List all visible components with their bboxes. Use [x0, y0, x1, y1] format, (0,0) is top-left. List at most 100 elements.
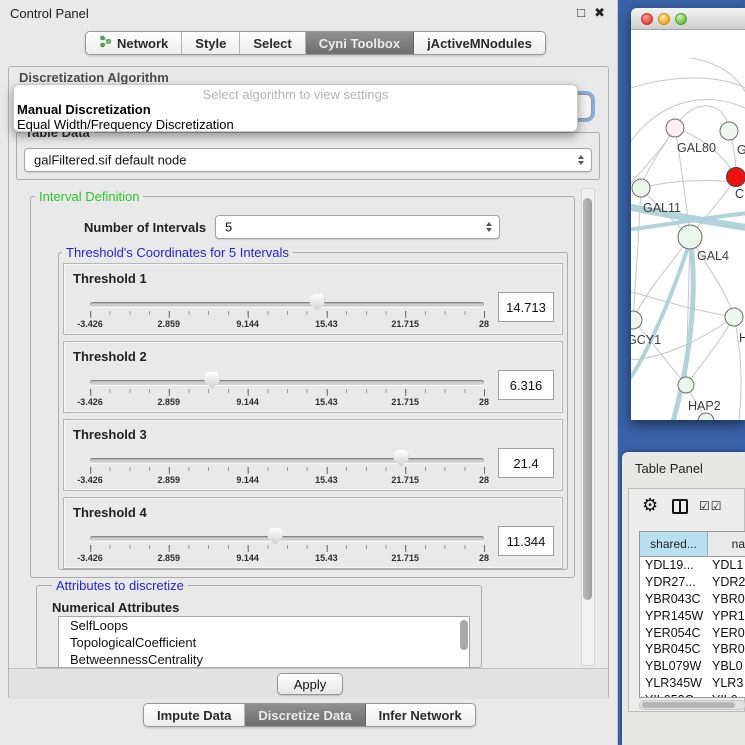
shared-name-cell[interactable]: YBR043C: [640, 592, 708, 606]
tab-select[interactable]: Select: [240, 32, 305, 54]
name-cell[interactable]: YBL0: [708, 659, 745, 673]
table-row[interactable]: YPR145W YPR1: [640, 607, 745, 624]
dropdown-option-manual-discretization[interactable]: Manual Discretization: [14, 102, 577, 117]
threshold-2-panel: Threshold 2 -3.4262.8599.14415.4321.7152…: [63, 341, 563, 413]
table-row[interactable]: YIL052C YIL0: [640, 691, 745, 698]
node-partial-bottom[interactable]: [698, 413, 714, 420]
combo-stepper-icon: [575, 149, 587, 171]
mac-minimize-icon[interactable]: [658, 13, 670, 25]
shared-name-cell[interactable]: YPR145W: [640, 609, 708, 623]
table-horizontal-scrollbar-thumb[interactable]: [642, 702, 735, 708]
slider-track[interactable]: [90, 536, 484, 541]
table-row[interactable]: YBR043C YBR0: [640, 591, 745, 608]
numerical-attributes-list[interactable]: SelfLoopsTopologicalCoefficientBetweenne…: [58, 616, 470, 668]
table-data-combo[interactable]: galFiltered.sif default node: [24, 148, 592, 172]
table-horizontal-scrollbar[interactable]: [639, 700, 745, 710]
tick-label: 2.859: [158, 397, 181, 407]
node-attribute-table[interactable]: shared... na YDL19... YDL1 YDR27... YDR2…: [639, 531, 745, 698]
threshold-3-slider[interactable]: -3.4262.8599.14415.4321.71528: [90, 444, 484, 490]
node-gal11[interactable]: [632, 179, 650, 197]
name-cell[interactable]: YER0: [708, 626, 745, 640]
algorithm-dropdown-popup: Select algorithm to view settings Manual…: [13, 84, 578, 132]
table-row[interactable]: YLR345W YLR3: [640, 675, 745, 692]
network-icon: [99, 35, 112, 51]
shared-name-cell[interactable]: YDR27...: [640, 575, 708, 589]
threshold-3-value-field[interactable]: 21.4: [498, 448, 554, 478]
shared-name-cell[interactable]: YBR045C: [640, 642, 708, 656]
select-columns-checkboxes-icon[interactable]: ☑☑: [699, 499, 723, 513]
table-row[interactable]: YER054C YER0: [640, 624, 745, 641]
mac-zoom-icon[interactable]: [675, 13, 687, 25]
network-canvas[interactable]: GAL80 GA C GAL11 GAL4 GCY1 H HAP2: [631, 30, 745, 420]
name-cell[interactable]: YBR0: [708, 642, 745, 656]
attribute-list-item[interactable]: SelfLoops: [59, 617, 469, 634]
apply-button[interactable]: Apply: [277, 673, 343, 695]
network-window-titlebar[interactable]: [631, 8, 745, 30]
slider-track[interactable]: [90, 458, 484, 463]
shared-name-cell[interactable]: YBL079W: [640, 659, 708, 673]
thresholds-coordinates-group: Threshold 1 -3.4262.8599.14415.4321.7152…: [58, 252, 568, 570]
attribute-list-item[interactable]: BetweennessCentrality: [59, 651, 469, 668]
number-of-intervals-combo[interactable]: 5: [215, 215, 500, 239]
node-partial-h[interactable]: [725, 308, 743, 326]
table-row[interactable]: YBL079W YBL0: [640, 658, 745, 675]
shared-name-cell[interactable]: YDL19...: [640, 558, 708, 572]
node-red-selected[interactable]: [727, 168, 745, 187]
name-cell[interactable]: YIL0: [708, 693, 745, 698]
name-cell[interactable]: YLR3: [708, 676, 745, 690]
table-row[interactable]: YDL19... YDL1: [640, 557, 745, 574]
threshold-2-value-field[interactable]: 6.316: [498, 370, 554, 400]
table-rows: YDL19... YDL1 YDR27... YDR2 YBR043C YBR0…: [640, 557, 745, 698]
attribute-list-item[interactable]: TopologicalCoefficient: [59, 634, 469, 651]
slider-track[interactable]: [90, 380, 484, 385]
name-cell[interactable]: YDR2: [708, 575, 745, 589]
slider-handle[interactable]: [268, 528, 283, 545]
tab-infer-network[interactable]: Infer Network: [366, 704, 475, 726]
dropdown-option-equal-width-frequency[interactable]: Equal Width/Frequency Discretization: [14, 117, 577, 132]
slider-handle[interactable]: [205, 372, 220, 389]
tab-network[interactable]: Network: [86, 32, 182, 54]
slider-minor-ticks: [90, 311, 484, 315]
node-partial-ga[interactable]: [720, 122, 738, 140]
node-gal80[interactable]: [666, 119, 684, 137]
columns-icon[interactable]: [672, 499, 688, 514]
shared-name-cell[interactable]: YER054C: [640, 626, 708, 640]
column-header-shared-name[interactable]: shared...: [640, 532, 708, 556]
shared-name-cell[interactable]: YLR345W: [640, 676, 708, 690]
shared-name-cell[interactable]: YIL052C: [640, 693, 708, 698]
attributes-list-scrollbar[interactable]: [460, 620, 468, 650]
threshold-1-panel: Threshold 1 -3.4262.8599.14415.4321.7152…: [63, 263, 563, 335]
tab-jactivemnodules[interactable]: jActiveMNodules: [414, 32, 545, 54]
tab-cyni-toolbox[interactable]: Cyni Toolbox: [306, 32, 414, 54]
column-header-name[interactable]: na: [708, 532, 745, 556]
node-hap2[interactable]: [678, 377, 694, 393]
slider-handle[interactable]: [394, 450, 409, 467]
table-row[interactable]: YDR27... YDR2: [640, 574, 745, 591]
tab-discretize-data[interactable]: Discretize Data: [245, 704, 365, 726]
threshold-2-slider[interactable]: -3.4262.8599.14415.4321.71528: [90, 366, 484, 412]
name-cell[interactable]: YPR1: [708, 609, 745, 623]
slider-handle[interactable]: [310, 294, 325, 311]
slider-track[interactable]: [90, 302, 484, 307]
float-window-icon[interactable]: □: [577, 5, 585, 20]
name-cell[interactable]: YBR0: [708, 592, 745, 606]
threshold-4-panel: Threshold 4 -3.4262.8599.14415.4321.7152…: [63, 497, 563, 569]
name-cell[interactable]: YDL1: [708, 558, 745, 572]
mac-close-icon[interactable]: [641, 13, 653, 25]
threshold-1-slider[interactable]: -3.4262.8599.14415.4321.71528: [90, 288, 484, 334]
table-header-row: shared... na: [640, 532, 745, 557]
node-gcy1[interactable]: [631, 311, 642, 329]
tab-impute-data[interactable]: Impute Data: [144, 704, 245, 726]
close-icon[interactable]: ✖: [594, 5, 605, 21]
threshold-4-value-field[interactable]: 11.344: [498, 526, 554, 556]
panel-scrollbar-thumb[interactable]: [583, 198, 592, 600]
table-panel-title: Table Panel: [635, 461, 703, 476]
gear-icon[interactable]: ⚙: [642, 495, 658, 516]
node-label-gal4: GAL4: [697, 249, 729, 263]
threshold-1-value-field[interactable]: 14.713: [498, 292, 554, 322]
threshold-4-slider[interactable]: -3.4262.8599.14415.4321.71528: [90, 522, 484, 568]
node-gal4[interactable]: [678, 225, 702, 249]
desktop-background: GAL80 GA C GAL11 GAL4 GCY1 H HAP2 Table …: [618, 0, 745, 745]
tab-style[interactable]: Style: [182, 32, 240, 54]
table-row[interactable]: YBR045C YBR0: [640, 641, 745, 658]
